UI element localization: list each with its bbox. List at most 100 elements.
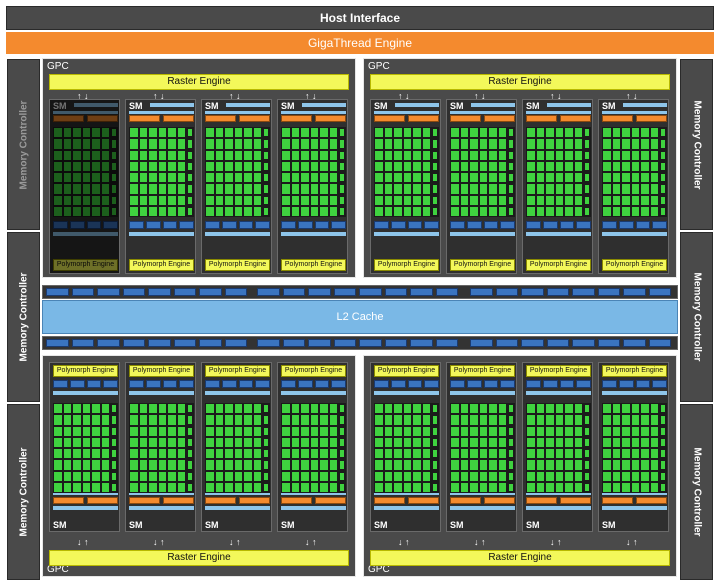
cuda-core [158,404,166,414]
cuda-core [291,404,299,414]
load-store-unit [661,140,665,148]
cuda-core [282,195,290,205]
data-flow-arrows: ↓ ↑ [153,537,165,547]
shared-memory-row [450,380,515,388]
cuda-core [631,184,639,194]
cuda-core [403,150,411,160]
instruction-cache-strip [623,103,667,107]
cuda-core [565,195,573,205]
polymorph-engine: Polymorph Engine [450,365,515,377]
cuda-core [320,482,328,492]
cuda-core [603,150,611,160]
gpc-label: GPC [47,61,69,72]
cuda-core [565,460,573,470]
load-store-unit [188,140,192,148]
cuda-core [470,437,478,447]
l2-segment [435,339,458,347]
cuda-core [375,426,383,436]
cuda-core [215,437,223,447]
cuda-core [622,471,630,481]
cuda-core [92,449,100,459]
cuda-core [574,173,582,183]
cuda-core [413,426,421,436]
cuda-core [565,449,573,459]
load-store-unit [433,174,437,182]
cuda-core [413,449,421,459]
l2-segment [384,339,407,347]
sm-block: SM Polymorph Engine [201,362,272,532]
cuda-core [158,161,166,171]
l2-segment [333,288,356,296]
load-store-unit [188,483,192,491]
cuda-core [546,184,554,194]
cuda-core [631,173,639,183]
cuda-core [403,161,411,171]
cuda-core [394,437,402,447]
cuda-core [650,437,658,447]
cuda-core [158,128,166,138]
cuda-core [158,139,166,149]
cuda-core-grid [281,403,346,493]
cuda-core [631,195,639,205]
cuda-core [394,415,402,425]
cuda-core [177,150,185,160]
cuda-core [244,206,252,216]
cuda-core [641,415,649,425]
cuda-core [253,437,261,447]
cuda-core [253,404,261,414]
cuda-core [422,150,430,160]
cuda-core [489,173,497,183]
cuda-core [489,449,497,459]
shared-memory-bank [450,221,465,229]
cuda-core [253,195,261,205]
load-store-unit [585,174,589,182]
sm-label: SM [526,101,540,111]
load-store-unit [112,483,116,491]
memory-controller-label: Memory Controller [691,100,702,189]
warp-scheduler-row [53,497,118,504]
cuda-core [101,482,109,492]
warp-scheduler-row [129,497,194,504]
cuda-core [320,460,328,470]
cuda-core [177,437,185,447]
cuda-core [555,437,563,447]
cuda-core [177,404,185,414]
cuda-core [253,206,261,216]
cuda-core [460,437,468,447]
cuda-core [546,150,554,160]
cuda-core [546,415,554,425]
cuda-core [244,449,252,459]
texture-cache-strip [526,232,591,236]
shared-memory-bank [374,221,389,229]
shared-memory-bank [331,380,346,388]
cuda-core [650,195,658,205]
gpc-bottom-left: GPC Raster Engine ↓ ↑ SM Polymorph Engine ↓ ↑… [42,355,356,577]
cuda-core [329,404,337,414]
cuda-core [206,482,214,492]
load-store-unit [585,151,589,159]
shared-memory-row [53,380,118,388]
cuda-core [177,173,185,183]
sm-block: SM Polymorph Engine [446,99,517,274]
cuda-core [149,195,157,205]
cuda-core [536,128,544,138]
l2-segment [410,288,433,296]
cuda-core [54,437,62,447]
cuda-core [320,437,328,447]
cuda-core [527,139,535,149]
l2-segment [224,339,247,347]
cuda-core [168,161,176,171]
warp-scheduler [163,115,194,122]
cuda-core [489,460,497,470]
cuda-core [244,437,252,447]
cuda-core [498,482,506,492]
raster-engine: Raster Engine [370,550,670,566]
cuda-core [177,471,185,481]
warp-scheduler [560,497,591,504]
load-store-unit [112,438,116,446]
load-store-unit [188,427,192,435]
cuda-core [282,184,290,194]
texture-cache-strip [374,232,439,236]
l2-segment [546,339,569,347]
cuda-core [612,173,620,183]
